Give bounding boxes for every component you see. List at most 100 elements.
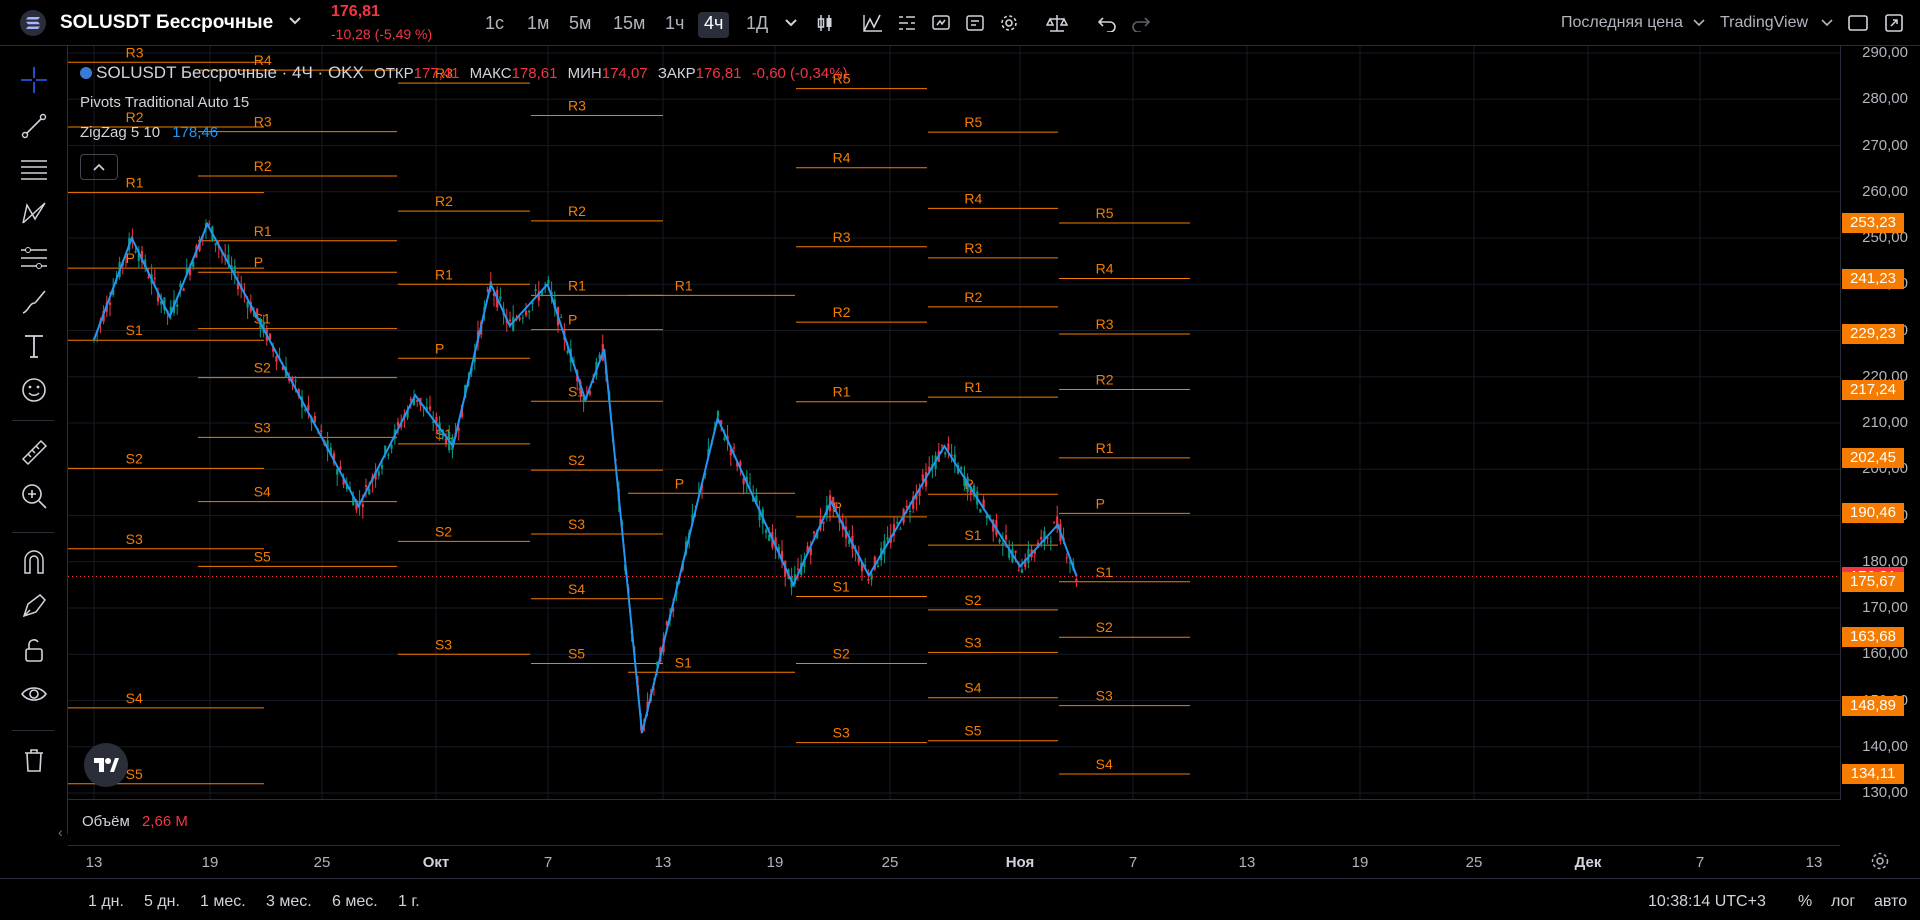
pivot-level-label: R2 (1096, 372, 1114, 388)
trend-line-icon[interactable] (18, 110, 50, 142)
pivot-level-label: R2 (435, 193, 453, 209)
price-badge: 190,46 (1842, 503, 1904, 524)
interval-5m[interactable]: 5м (563, 12, 597, 38)
price-badge: 241,23 (1842, 268, 1904, 289)
pivot-level-label: R1 (1096, 440, 1114, 456)
compare-scales-icon[interactable] (1044, 12, 1070, 34)
symbol-name[interactable]: SOLUSDT Бессрочные (60, 12, 273, 34)
brush-icon[interactable] (18, 286, 50, 318)
price-scale[interactable]: 290,00280,00270,00260,00250,00240,00230,… (1840, 44, 1920, 801)
price-axis-label: 170,00 (1862, 599, 1908, 616)
time-scale[interactable]: 13 19 25 Окт 7 13 19 25 Ноя 7 13 19 25 Дек 7 13 (68, 845, 1840, 877)
chevron-down-icon[interactable] (1686, 12, 1712, 34)
ruler-icon[interactable] (18, 436, 50, 468)
zoom-in-icon[interactable] (18, 480, 50, 512)
candle-body (499, 296, 502, 300)
interval-1h[interactable]: 1ч (659, 12, 690, 38)
candle-body (796, 568, 800, 570)
volume-value: 2,66 M (141, 813, 188, 830)
candle-body (361, 504, 364, 508)
candle-body (886, 537, 889, 540)
unlock-icon[interactable] (18, 634, 50, 666)
candle-body (940, 444, 944, 446)
zigzag-indicator-label[interactable]: ZigZag 5 10 (80, 124, 160, 141)
zigzag-line (93, 221, 1078, 734)
price-badge: 253,23 (1842, 213, 1904, 234)
legend-close-label: ЗАКР (657, 65, 696, 82)
range-5d[interactable]: 5 дн. (144, 893, 180, 911)
range-3m[interactable]: 3 мес. (266, 893, 312, 911)
candle-body (732, 447, 736, 449)
candle-body (336, 469, 339, 475)
drawing-toolbar: ‹ (0, 46, 68, 840)
time-axis-label: 25 (313, 854, 331, 871)
pivot-level-label: S2 (126, 450, 143, 466)
horizontal-lines-icon[interactable] (18, 154, 50, 186)
emoji-icon[interactable] (18, 374, 50, 406)
candle-body (979, 509, 982, 513)
candle-body (528, 310, 531, 313)
candle-body (444, 438, 448, 445)
candle-body (896, 522, 899, 524)
interval-4h[interactable]: 4ч (698, 12, 730, 38)
interval-1m[interactable]: 1м (521, 12, 555, 38)
candle-body (396, 421, 400, 426)
crosshair-icon[interactable] (18, 64, 50, 96)
solana-logo-icon[interactable] (20, 10, 46, 36)
candle-body (998, 539, 1001, 543)
candle-style-icon[interactable] (812, 12, 838, 34)
indicators-icon[interactable] (860, 12, 886, 34)
range-1d[interactable]: 1 дн. (88, 893, 124, 911)
eye-icon[interactable] (18, 678, 50, 710)
pivot-level-label: R3 (833, 229, 851, 245)
chart-style-select[interactable]: TradingView (1720, 14, 1808, 32)
zigzag-indicator-row[interactable]: ZigZag 5 10 178,46 (80, 122, 848, 152)
price-axis-label: 160,00 (1862, 645, 1908, 663)
interval-15m[interactable]: 15м (607, 12, 651, 38)
fib-icon[interactable] (18, 242, 50, 274)
magnet-icon[interactable] (18, 546, 50, 578)
range-1m[interactable]: 1 мес. (200, 893, 246, 911)
scale-settings-icon[interactable] (1870, 851, 1890, 876)
auto-toggle[interactable]: авто (1874, 893, 1907, 911)
bottom-toolbar: 1 дн. 5 дн. 1 мес. 3 мес. 6 мес. 1 г. 10… (0, 878, 1920, 920)
pivots-indicator-row[interactable]: Pivots Traditional Auto 15 (80, 92, 848, 122)
redo-icon[interactable] (1128, 12, 1154, 34)
interval-1s[interactable]: 1с (479, 12, 510, 38)
settings-gear-icon[interactable] (996, 12, 1022, 34)
time-axis-label: 25 (881, 854, 899, 871)
log-toggle[interactable]: лог (1831, 893, 1855, 911)
tradingview-logo-icon[interactable] (84, 743, 128, 787)
fullscreen-icon[interactable] (1881, 12, 1907, 34)
zigzag-value: 178,46 (172, 124, 219, 141)
candle-body (134, 251, 137, 253)
range-6m[interactable]: 6 мес. (332, 893, 378, 911)
interval-1d[interactable]: 1Д (740, 12, 774, 38)
legend-high: 178,61 (511, 65, 558, 82)
price-badge: 217,24 (1842, 379, 1904, 400)
interval-dropdown-icon[interactable] (778, 12, 804, 34)
collapse-toolbar-icon[interactable]: ‹ (58, 824, 63, 840)
price-axis-label: 290,00 (1862, 44, 1908, 61)
range-1y[interactable]: 1 г. (398, 893, 420, 911)
undo-icon[interactable] (1094, 12, 1120, 34)
candle-body (364, 485, 368, 488)
lock-drawings-icon[interactable] (18, 590, 50, 622)
pivots-indicator-label[interactable]: Pivots Traditional Auto 15 (80, 94, 249, 111)
pattern-icon[interactable] (18, 198, 50, 230)
replay-icon[interactable] (962, 12, 988, 34)
trash-icon[interactable] (18, 744, 50, 776)
chevron-down-icon[interactable] (1814, 12, 1840, 34)
chevron-down-icon[interactable] (288, 13, 302, 29)
collapse-legend-button[interactable] (80, 154, 118, 180)
pivot-level-label: S3 (964, 634, 981, 650)
clock[interactable]: 10:38:14 UTC+3 (1648, 893, 1766, 911)
percent-toggle[interactable]: % (1798, 893, 1812, 911)
alert-icon[interactable] (928, 12, 954, 34)
text-icon[interactable] (18, 330, 50, 362)
layout-window-icon[interactable] (1845, 12, 1871, 34)
price-type-select[interactable]: Последняя цена (1561, 14, 1683, 32)
pivot-level-label: S1 (126, 322, 143, 338)
candle-body (1004, 535, 1008, 540)
templates-icon[interactable] (894, 12, 920, 34)
